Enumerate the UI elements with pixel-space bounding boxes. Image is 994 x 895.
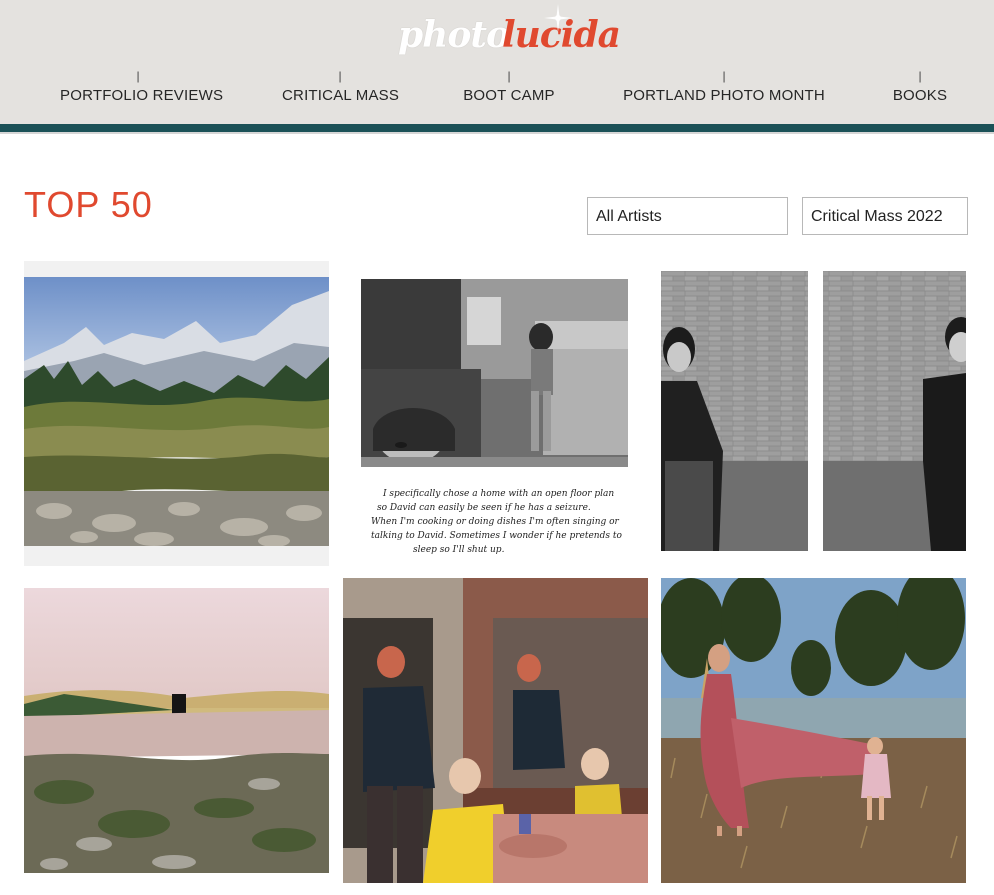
nav-label: BOOKS [892, 87, 948, 104]
artist-filter-select[interactable]: All Artists [587, 197, 788, 235]
nav-divider: | [722, 69, 726, 83]
photo-tile[interactable]: I specifically chose a home with an open… [343, 261, 648, 566]
nav-books[interactable]: | BOOKS [890, 70, 950, 104]
nav-divider: | [918, 69, 922, 83]
logo-text-photo: photo [398, 14, 510, 56]
brick-wall-diptych-photo [661, 271, 966, 551]
nav-label: CRITICAL MASS [282, 87, 400, 104]
nav-label: BOOT CAMP [463, 87, 555, 104]
program-filter-select[interactable]: Critical Mass 2022 [802, 197, 968, 235]
caption-line: so David can easily be seen if he has a … [377, 503, 591, 513]
photolucida-logo[interactable]: photo lucida [398, 4, 621, 60]
site-header: photo lucida | PORTFOLIO REVIEWS | CRITI… [0, 0, 994, 124]
caption-line: I specifically chose a home with an open… [382, 489, 614, 499]
bathroom-mirror-photo [343, 578, 648, 883]
page-title: TOP 50 [24, 184, 153, 225]
nav-portland-photo-month[interactable]: | PORTLAND PHOTO MONTH [622, 70, 826, 104]
sparkle-icon [544, 4, 572, 32]
field-portrait-photo [661, 578, 966, 883]
nav-portfolio-reviews[interactable]: | PORTFOLIO REVIEWS [60, 69, 224, 104]
header-divider-bar [0, 124, 994, 134]
caption-line: talking to David. Sometimes I wonder if … [371, 531, 622, 541]
landscape-photo [24, 261, 329, 566]
caption-line: When I'm cooking or doing dishes I'm oft… [371, 517, 620, 527]
kitchen-photo: I specifically chose a home with an open… [361, 279, 628, 555]
pink-landscape-photo [24, 578, 329, 873]
photo-tile[interactable] [661, 578, 966, 883]
nav-divider: | [507, 69, 511, 83]
nav-critical-mass[interactable]: | CRITICAL MASS [282, 69, 400, 104]
photo-tile[interactable] [661, 261, 966, 566]
photo-tile[interactable] [343, 578, 648, 883]
nav-label: PORTFOLIO REVIEWS [60, 87, 224, 104]
nav-divider: | [136, 69, 140, 83]
photo-tile[interactable] [24, 578, 329, 883]
nav-divider: | [338, 69, 342, 83]
nav-boot-camp[interactable]: | BOOT CAMP [462, 70, 556, 104]
nav-label: PORTLAND PHOTO MONTH [623, 87, 825, 104]
main-nav: | PORTFOLIO REVIEWS | CRITICAL MASS | BO… [0, 70, 994, 114]
caption-line: sleep so I'll shut up. [413, 545, 505, 555]
photo-tile[interactable] [24, 261, 329, 566]
